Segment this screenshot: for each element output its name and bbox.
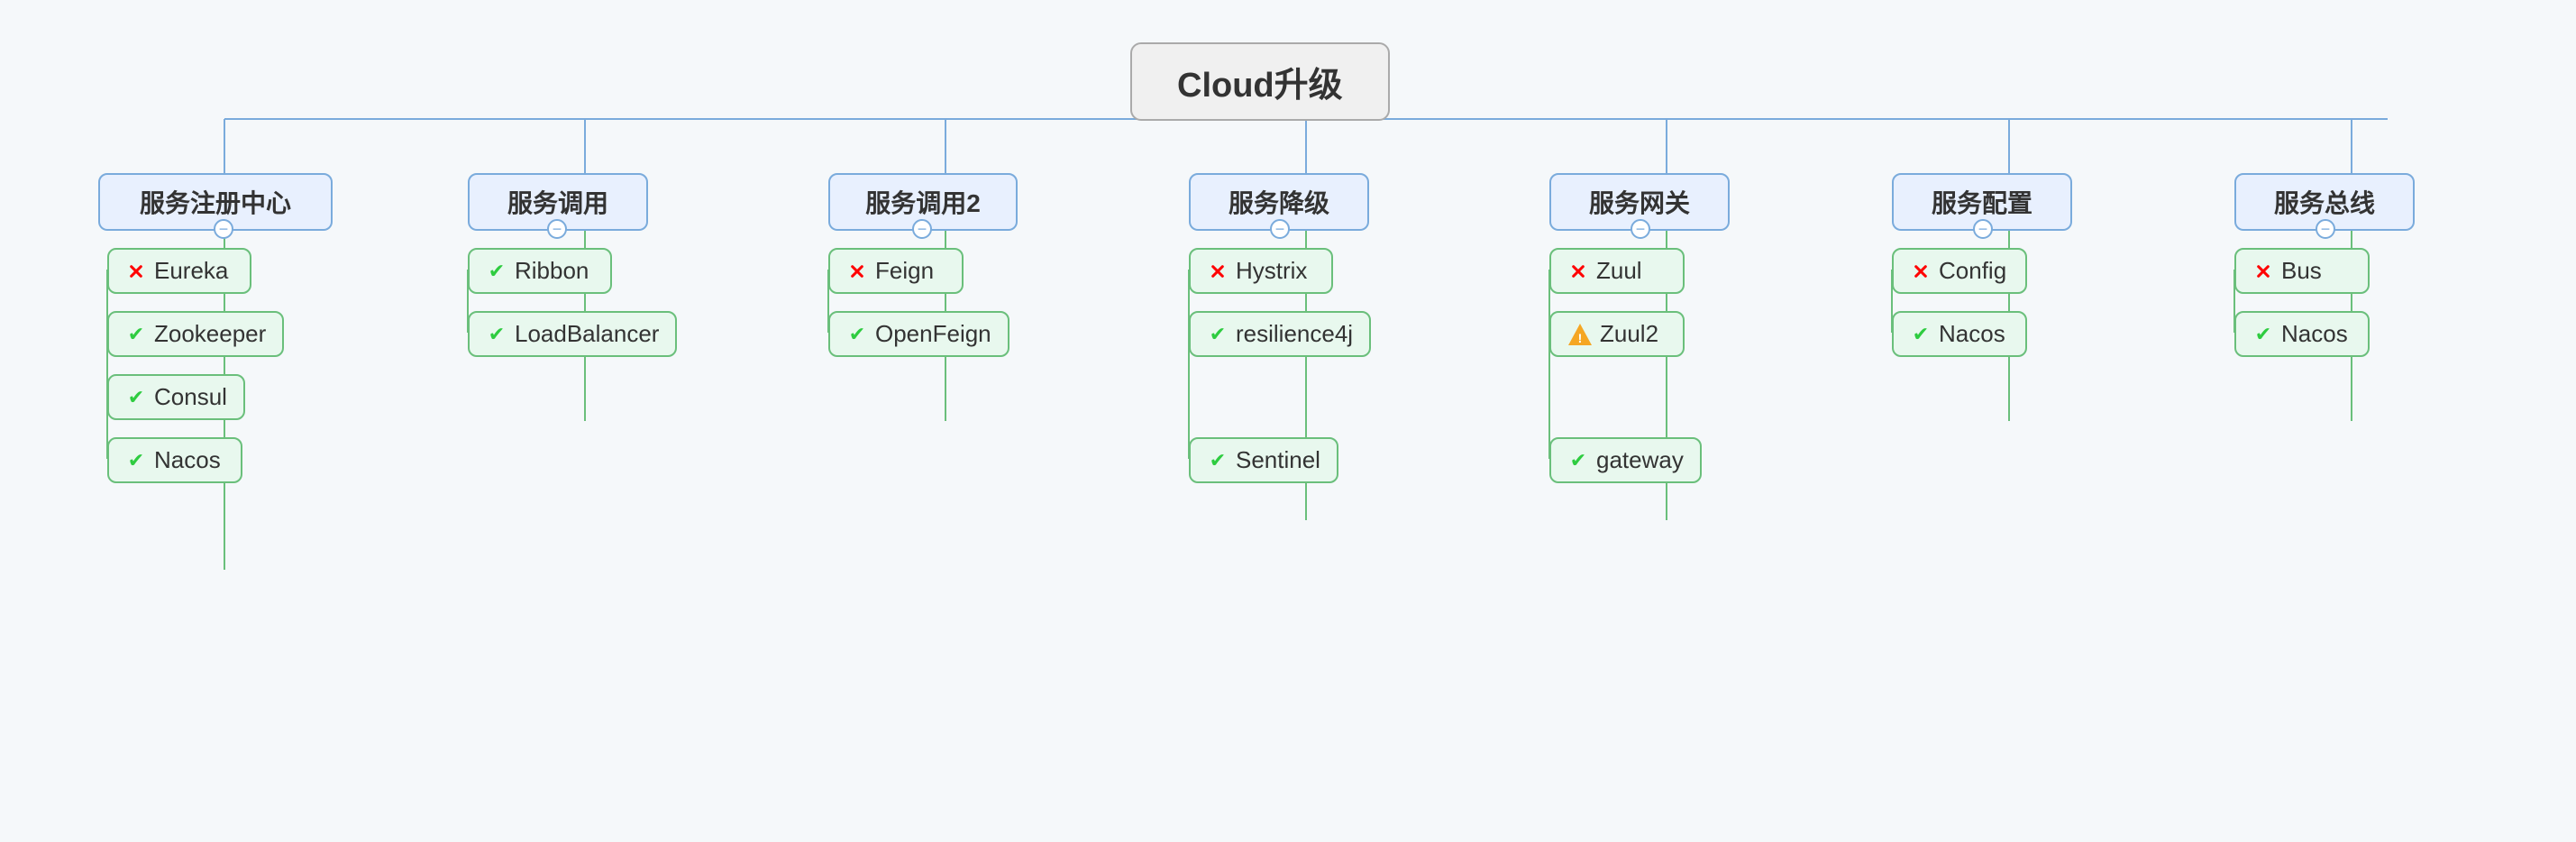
check-icon — [1207, 324, 1229, 345]
leaf-gateway: gateway — [1549, 437, 1702, 483]
leaf-feign: Feign — [828, 248, 964, 294]
check-icon — [1910, 324, 1932, 345]
leaf-config: Config — [1892, 248, 2027, 294]
check-icon — [125, 387, 147, 408]
x-icon — [1567, 261, 1589, 282]
root-node: Cloud升级 — [1130, 42, 1390, 121]
connector-lines — [26, 15, 2550, 827]
x-icon — [1910, 261, 1932, 282]
leaf-hystrix: Hystrix — [1189, 248, 1333, 294]
check-icon — [1567, 450, 1589, 471]
leaf-nacos-cat1: Nacos — [107, 437, 242, 483]
check-icon — [486, 324, 507, 345]
leaf-resilience4j: resilience4j — [1189, 311, 1371, 357]
warn-icon: ! — [1567, 322, 1593, 347]
check-icon — [125, 324, 147, 345]
collapse-cat7[interactable]: − — [2316, 219, 2335, 239]
diagram: Cloud升级 — [26, 15, 2550, 827]
x-icon — [125, 261, 147, 282]
collapse-cat5[interactable]: − — [1631, 219, 1650, 239]
svg-text:!: ! — [1578, 331, 1583, 345]
x-icon — [1207, 261, 1229, 282]
leaf-nacos-cat6: Nacos — [1892, 311, 2027, 357]
check-icon — [846, 324, 868, 345]
leaf-zookeeper: Zookeeper — [107, 311, 284, 357]
collapse-cat3[interactable]: − — [912, 219, 932, 239]
leaf-eureka: Eureka — [107, 248, 251, 294]
leaf-zuul2: ! Zuul2 — [1549, 311, 1685, 357]
check-icon — [486, 261, 507, 282]
collapse-cat1[interactable]: − — [214, 219, 233, 239]
leaf-consul: Consul — [107, 374, 245, 420]
x-icon — [846, 261, 868, 282]
leaf-sentinel: Sentinel — [1189, 437, 1338, 483]
leaf-loadbalancer: LoadBalancer — [468, 311, 677, 357]
collapse-cat4[interactable]: − — [1270, 219, 1290, 239]
collapse-cat6[interactable]: − — [1973, 219, 1993, 239]
check-icon — [125, 450, 147, 471]
leaf-nacos-cat7: Nacos — [2234, 311, 2370, 357]
leaf-ribbon: Ribbon — [468, 248, 612, 294]
x-icon — [2252, 261, 2274, 282]
check-icon — [2252, 324, 2274, 345]
collapse-cat2[interactable]: − — [547, 219, 567, 239]
leaf-zuul: Zuul — [1549, 248, 1685, 294]
check-icon — [1207, 450, 1229, 471]
leaf-bus: Bus — [2234, 248, 2370, 294]
leaf-openfeign: OpenFeign — [828, 311, 1009, 357]
